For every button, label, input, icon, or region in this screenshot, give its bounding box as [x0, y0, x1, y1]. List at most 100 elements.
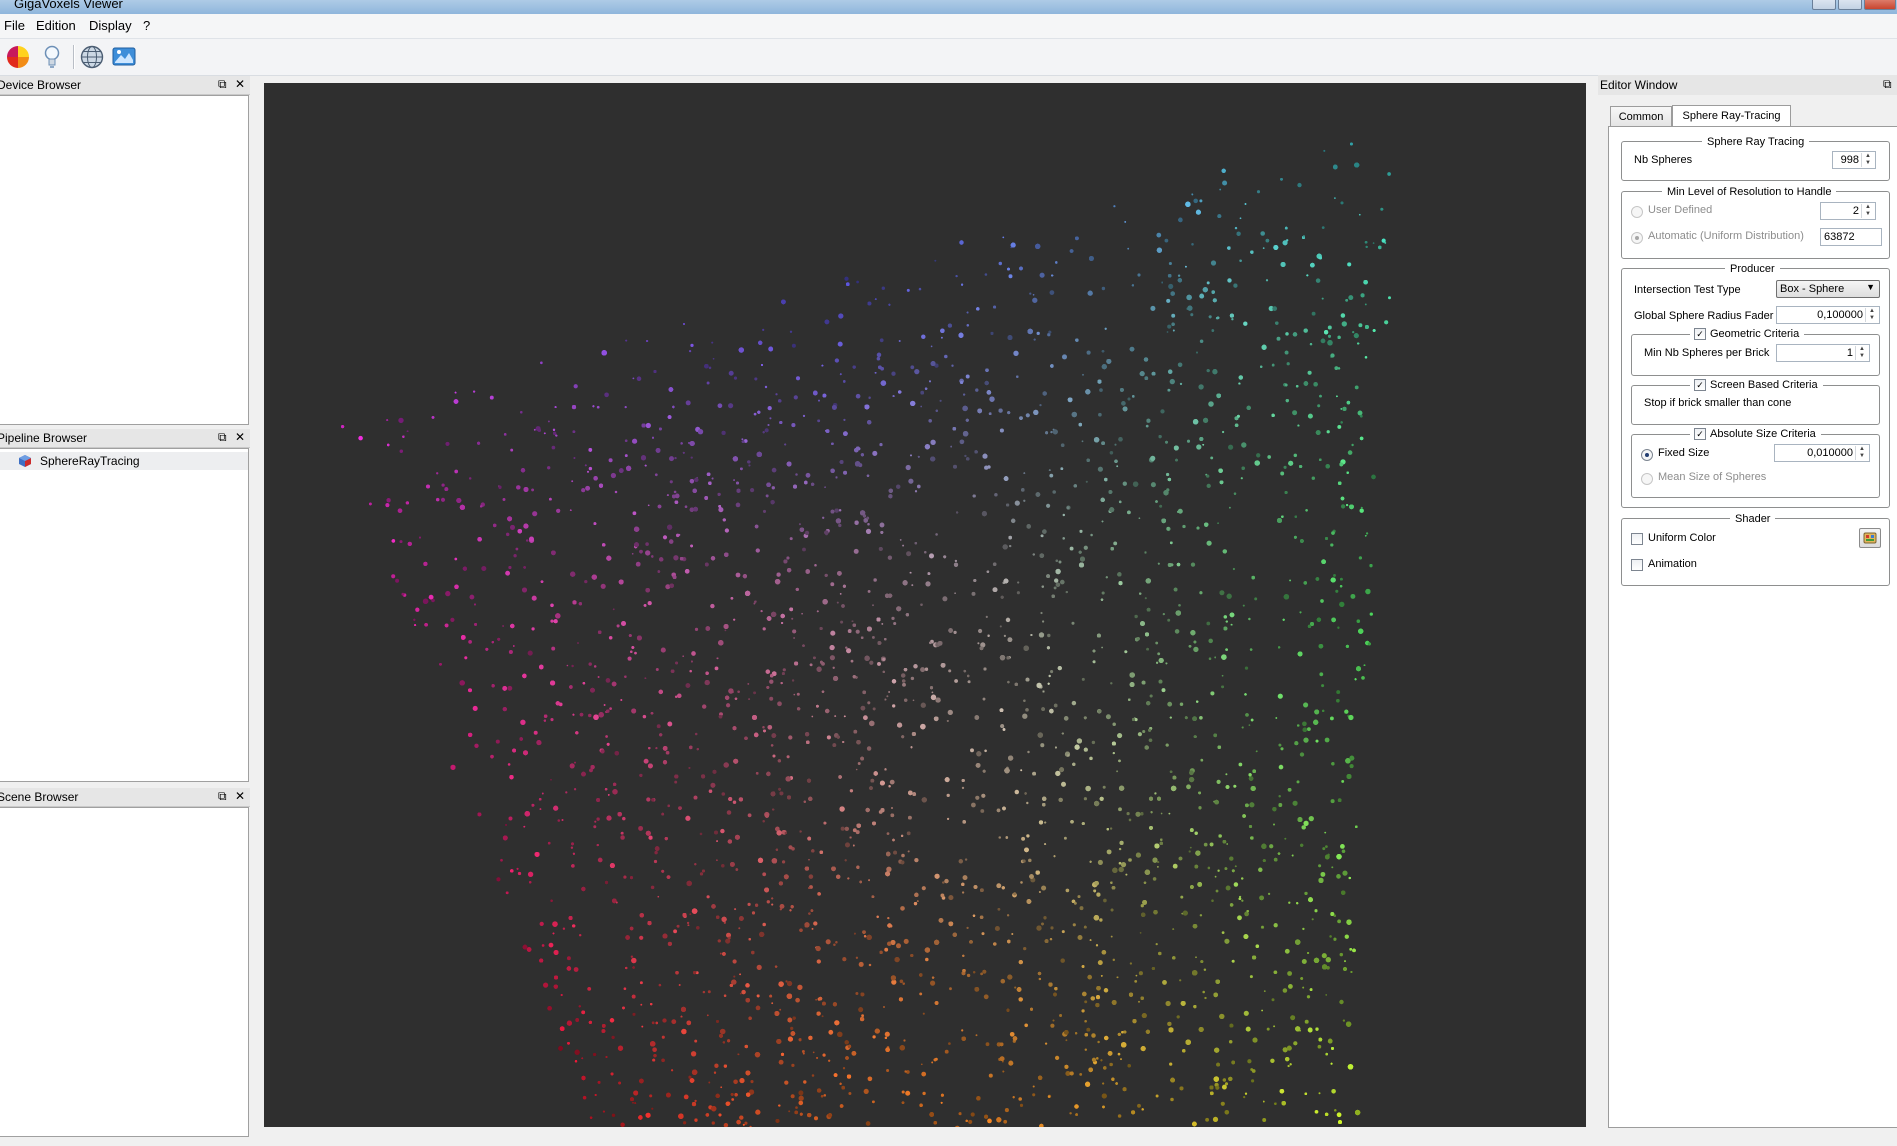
maximize-button[interactable] [1838, 0, 1862, 10]
sphere-point [1055, 770, 1061, 777]
sphere-point [706, 895, 710, 899]
light-bulb-icon[interactable] [39, 44, 65, 70]
sphere-point [1305, 508, 1308, 512]
sphere-point [899, 979, 904, 984]
sphere-point [573, 967, 579, 972]
sphere-point [834, 358, 840, 363]
minimize-button[interactable] [1812, 0, 1836, 10]
sphere-point [1165, 472, 1170, 477]
sphere-point [1010, 518, 1016, 524]
sphere-point [645, 422, 651, 429]
sphere-point [984, 273, 988, 276]
sphere-point [1211, 899, 1214, 902]
sphere-point [909, 454, 913, 457]
sphere-point [673, 929, 678, 934]
close-icon[interactable]: ✕ [235, 789, 245, 803]
pipeline-browser-panel: SphereRayTracing [0, 448, 249, 782]
sphere-point [771, 1002, 774, 1005]
render-viewport[interactable] [264, 83, 1586, 1127]
sphere-point [1318, 864, 1322, 868]
sphere-point [984, 749, 987, 753]
menu-file[interactable]: File [4, 18, 25, 33]
sphere-point [1038, 890, 1041, 894]
sphere-point [762, 509, 767, 513]
sphere-point [834, 715, 837, 718]
sphere-point [468, 640, 472, 644]
sphere-point [655, 668, 659, 671]
menu-edition[interactable]: Edition [36, 18, 76, 33]
sphere-point [944, 1049, 949, 1054]
sphere-point [571, 480, 574, 483]
sphere-point [867, 589, 871, 593]
sphere-point [651, 798, 655, 802]
sphere-point [1081, 440, 1084, 443]
sphere-point [1266, 1027, 1270, 1031]
close-icon[interactable]: ✕ [235, 77, 245, 91]
color-pie-icon[interactable] [5, 44, 31, 70]
sphere-point [1249, 975, 1253, 979]
sphere-point [1320, 599, 1324, 603]
sphere-point [1331, 866, 1334, 869]
sphere-point [527, 871, 534, 877]
sphere-point [1098, 412, 1102, 417]
sphere-point [1319, 672, 1324, 677]
sphere-point [1304, 1019, 1309, 1024]
sphere-point [1322, 847, 1326, 851]
sphere-point [1280, 471, 1285, 476]
sphere-point [699, 832, 703, 836]
sphere-point [495, 739, 500, 744]
sphere-point [791, 679, 795, 682]
menu-help[interactable]: ? [143, 18, 150, 33]
sphere-point [1023, 499, 1026, 502]
float-icon[interactable]: ⧉ [218, 430, 227, 445]
sphere-point [798, 1100, 804, 1106]
close-icon[interactable]: ✕ [235, 430, 245, 444]
sphere-point [1352, 330, 1355, 334]
sphere-point [872, 604, 874, 607]
sphere-point [691, 651, 696, 656]
sphere-point [1249, 802, 1255, 808]
sphere-point [863, 1088, 869, 1094]
sphere-point [1039, 272, 1045, 278]
sphere-point [978, 628, 983, 634]
sphere-point [1124, 220, 1127, 223]
float-icon[interactable]: ⧉ [218, 77, 227, 92]
menu-display[interactable]: Display [89, 18, 132, 33]
sphere-point [694, 627, 699, 632]
sphere-point [1144, 597, 1147, 600]
sphere-point [611, 1113, 616, 1118]
close-window-button[interactable] [1864, 0, 1896, 10]
sphere-point [469, 594, 475, 600]
sphere-point [712, 357, 715, 360]
sphere-point [914, 857, 919, 863]
sphere-point [1138, 1000, 1140, 1003]
sphere-point [1014, 500, 1020, 506]
sphere-point [627, 656, 632, 661]
sphere-point [829, 655, 835, 661]
list-item[interactable]: SphereRayTracing [0, 452, 248, 470]
sphere-point [808, 874, 814, 879]
float-icon[interactable]: ⧉ [218, 789, 227, 804]
device-browser-panel [0, 95, 249, 425]
sphere-point [1047, 1095, 1051, 1098]
sphere-point [728, 403, 734, 409]
image-icon[interactable] [111, 44, 137, 70]
sphere-point [1179, 702, 1184, 706]
sphere-point [441, 483, 445, 487]
sphere-point [573, 384, 578, 389]
sphere-point [1023, 946, 1027, 951]
sphere-point [440, 497, 446, 502]
sphere-point [727, 936, 731, 940]
sphere-point [630, 955, 634, 958]
sphere-point [793, 637, 795, 639]
sphere-point [1060, 958, 1065, 963]
sphere-point [905, 1090, 911, 1096]
sphere-point [1273, 1025, 1276, 1028]
sphere-point [548, 942, 554, 948]
sphere-point [1061, 930, 1065, 934]
sphere-point [1344, 934, 1349, 939]
sphere-point [547, 420, 550, 423]
globe-icon[interactable] [79, 44, 105, 70]
sphere-point [922, 1012, 925, 1015]
sphere-point [557, 819, 561, 822]
